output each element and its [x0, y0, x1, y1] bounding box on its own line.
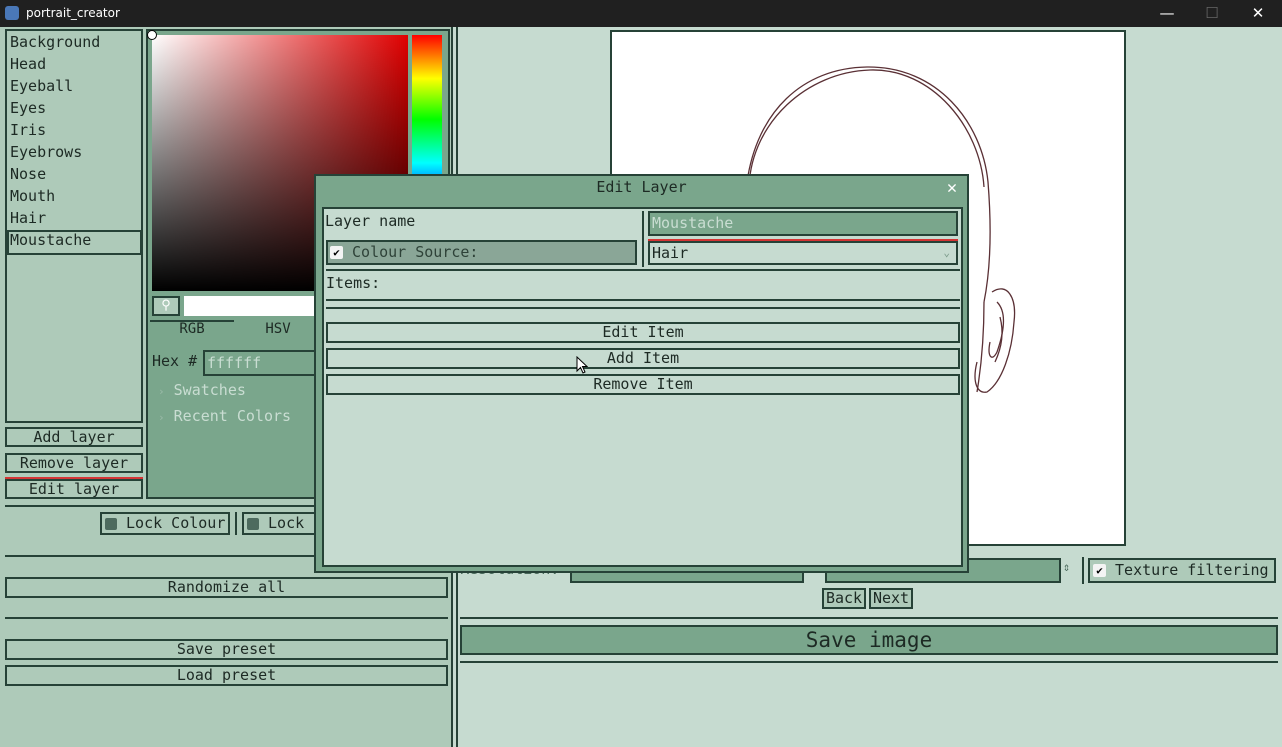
- dialog-title: Edit Layer: [596, 178, 687, 196]
- divider: [326, 299, 960, 301]
- swatches-expander[interactable]: › Swatches: [158, 381, 246, 399]
- colour-source-checkbox[interactable]: ✔ Colour Source:: [326, 240, 637, 265]
- minimize-button[interactable]: —: [1144, 0, 1190, 27]
- layer-list[interactable]: Background Head Eyeball Eyes Iris Eyebro…: [5, 29, 143, 423]
- colour-source-label: Colour Source:: [352, 243, 479, 261]
- picker-cursor-icon[interactable]: [147, 30, 157, 40]
- layer-name-label: Layer name: [325, 212, 416, 230]
- edit-item-button[interactable]: Edit Item: [326, 322, 960, 343]
- maximize-button[interactable]: ☐: [1189, 0, 1235, 27]
- chevron-right-icon: ›: [158, 385, 165, 398]
- divider: [5, 617, 448, 619]
- add-layer-button[interactable]: Add layer: [5, 427, 143, 447]
- lock-colour-checkbox[interactable]: Lock Colour: [100, 512, 230, 535]
- divider: [235, 512, 237, 535]
- unchecked-box-icon: [247, 517, 259, 530]
- colour-source-dropdown[interactable]: Hair ⌄: [648, 241, 958, 265]
- tab-hsv[interactable]: HSV: [236, 321, 320, 337]
- spinbox-arrows-icon[interactable]: ⇕: [1063, 560, 1070, 574]
- randomize-all-button[interactable]: Randomize all: [5, 577, 448, 598]
- back-button[interactable]: Back: [822, 588, 866, 609]
- swatches-label: Swatches: [173, 381, 246, 399]
- layer-item-hair[interactable]: Hair: [9, 207, 46, 229]
- texture-filtering-checkbox[interactable]: ✔ Texture filtering: [1088, 558, 1276, 583]
- lock-colour-label: Lock Colour: [126, 514, 226, 532]
- chevron-down-icon: ⌄: [943, 246, 950, 259]
- close-window-button[interactable]: ✕: [1235, 0, 1281, 27]
- remove-layer-button[interactable]: Remove layer: [5, 453, 143, 473]
- load-preset-button[interactable]: Load preset: [5, 665, 448, 686]
- next-button[interactable]: Next: [869, 588, 913, 609]
- divider: [1082, 557, 1084, 584]
- items-label: Items:: [326, 274, 381, 292]
- edit-layer-button[interactable]: Edit layer: [5, 479, 143, 499]
- window-titlebar: portrait_creator — ☐ ✕: [0, 0, 1282, 27]
- divider: [460, 617, 1278, 619]
- eyedropper-icon[interactable]: ⚲: [152, 296, 180, 316]
- hex-label: Hex #: [152, 352, 198, 370]
- layer-item-background[interactable]: Background: [9, 31, 100, 53]
- checkmark-icon: ✔: [330, 246, 343, 259]
- godot-app-icon: [5, 6, 19, 20]
- layer-item-mouth[interactable]: Mouth: [9, 185, 55, 207]
- window-title: portrait_creator: [26, 6, 120, 20]
- unchecked-box-icon: [105, 517, 117, 530]
- remove-item-button[interactable]: Remove Item: [326, 374, 960, 395]
- colour-source-value: Hair: [652, 244, 689, 262]
- recent-colors-expander[interactable]: › Recent Colors: [158, 407, 291, 425]
- close-dialog-icon[interactable]: ✕: [942, 178, 962, 198]
- layer-item-nose[interactable]: Nose: [9, 163, 46, 185]
- chevron-right-icon: ›: [158, 411, 165, 424]
- layer-item-head[interactable]: Head: [9, 53, 46, 75]
- layer-item-moustache-selected[interactable]: Moustache: [7, 230, 142, 255]
- layer-name-input[interactable]: Moustache: [648, 211, 958, 236]
- layer-item-eyes[interactable]: Eyes: [9, 97, 46, 119]
- divider: [460, 661, 1278, 663]
- add-item-button[interactable]: Add Item: [326, 348, 960, 369]
- recent-colors-label: Recent Colors: [173, 407, 292, 425]
- save-image-button[interactable]: Save image: [460, 625, 1278, 655]
- save-preset-button[interactable]: Save preset: [5, 639, 448, 660]
- checkmark-icon: ✔: [1093, 564, 1106, 577]
- layer-item-iris[interactable]: Iris: [9, 119, 46, 141]
- mouse-cursor-icon: [576, 356, 588, 374]
- tab-rgb[interactable]: RGB: [150, 321, 234, 337]
- divider: [642, 211, 644, 267]
- divider: [326, 269, 960, 271]
- dialog-body: Layer name Moustache ✔ Colour Source: Ha…: [322, 207, 963, 567]
- divider: [326, 307, 960, 309]
- layer-item-eyebrows[interactable]: Eyebrows: [9, 141, 82, 163]
- texture-filtering-label: Texture filtering: [1115, 561, 1269, 579]
- layer-item-eyeball[interactable]: Eyeball: [9, 75, 73, 97]
- edit-layer-dialog: Edit Layer ✕ Layer name Moustache ✔ Colo…: [314, 174, 969, 573]
